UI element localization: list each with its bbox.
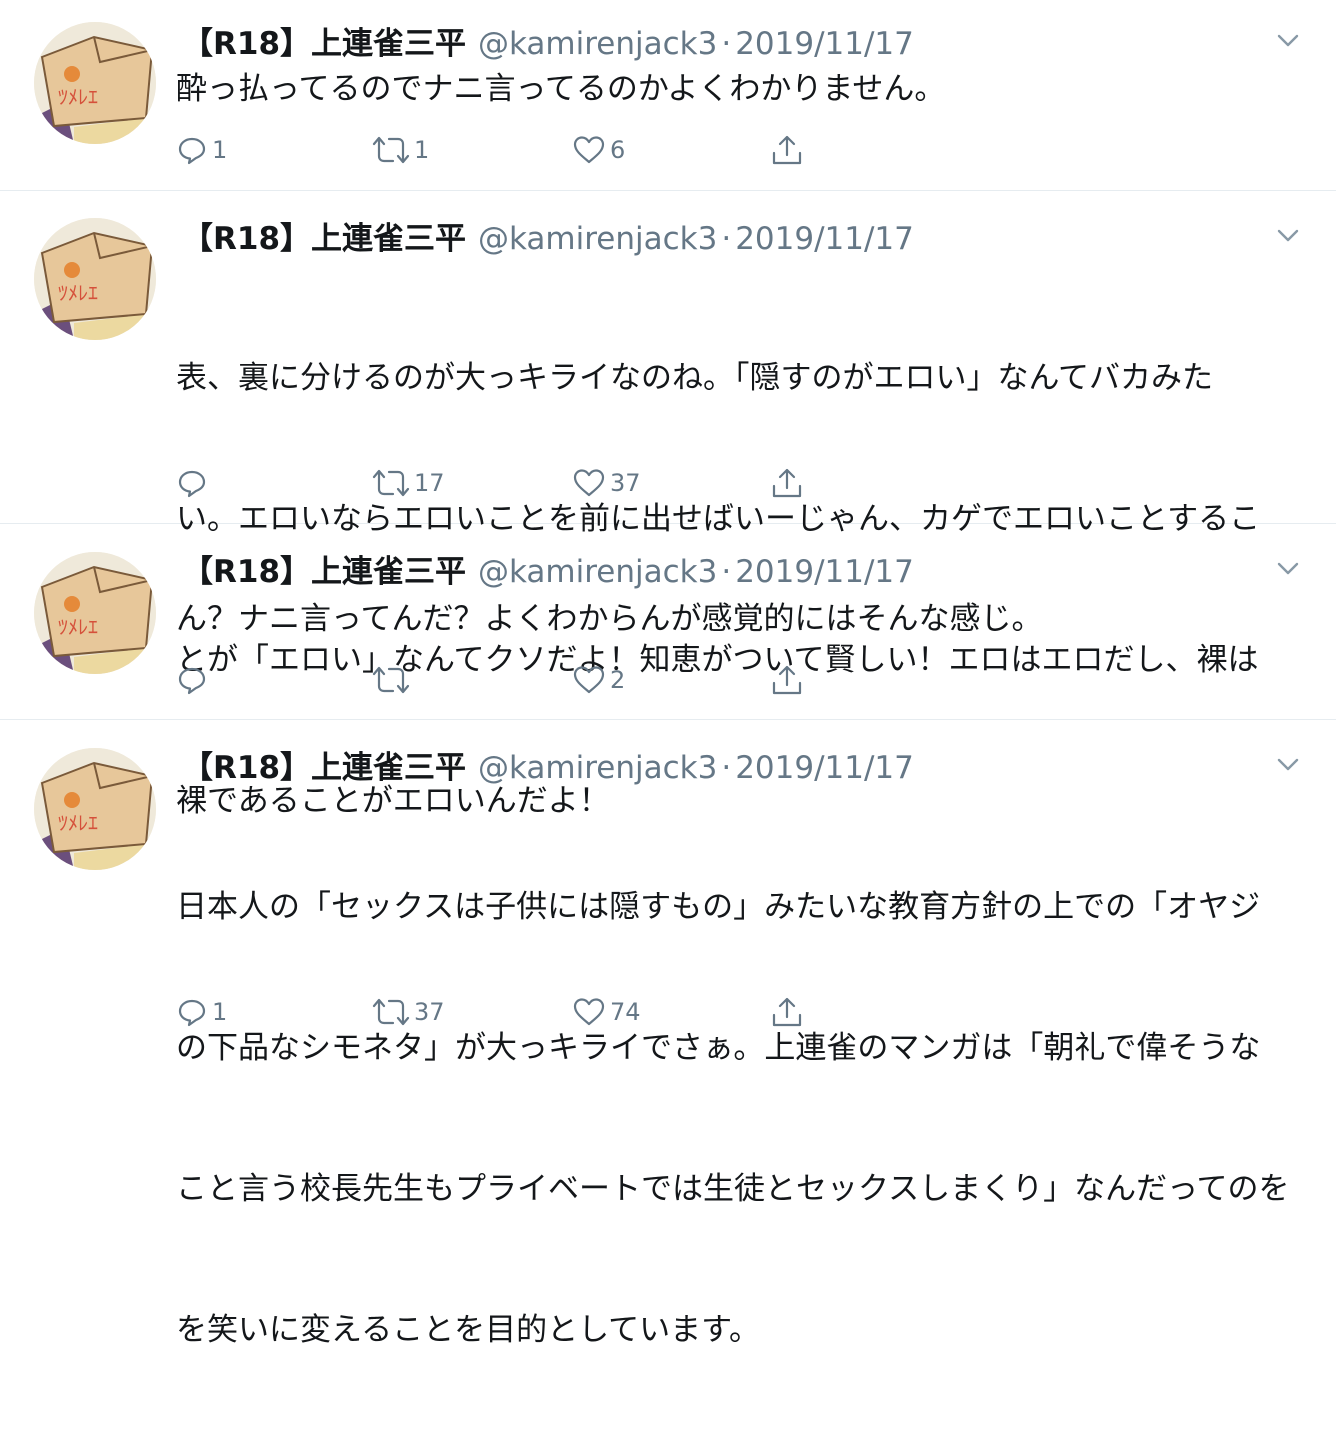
chevron-down-icon[interactable] [1274,221,1302,249]
avatar-logo-text: ﾂﾒﾚｴ [58,85,98,109]
like-button[interactable]: 2 [572,660,625,700]
tweet-actions: 2 [176,660,856,700]
retweet-count: 1 [414,136,430,164]
separator-dot: · [721,26,732,62]
tweet-text-line: を笑いに変えることを目的としています。 [176,1312,761,1348]
share-icon [772,997,802,1027]
tweet[interactable]: ﾂﾒﾚｴ 【R18】上連雀三平 @kamirenjack3 · 2019/11/… [0,720,1336,1348]
tweet-text: 酔っ払ってるのでナニ言ってるのかよくわかりません。 [176,66,1306,113]
share-icon [772,135,802,165]
tweet-text-line: 表、裏に分けるのが大っキライなのね。「隠すのがエロい」なんてバカみた [176,360,1213,396]
avatar[interactable]: ﾂﾒﾚｴ [34,748,156,870]
reply-button[interactable]: 1 [176,992,227,1032]
tweet-text: 日本人の「セックスは子供には隠すもの」みたいな教育方針の上での「オヤジ の下品な… [176,790,1306,1448]
tweet-text-line: の下品なシモネタ」が大っキライでさぁ。上連雀のマンガは「朝礼で偉そうな [176,1030,1261,1066]
display-name[interactable]: 【R18】上連雀三平 [182,742,466,787]
tweet[interactable]: ﾂﾒﾚｴ 【R18】上連雀三平 @kamirenjack3 · 2019/11/… [0,0,1336,191]
avatar[interactable]: ﾂﾒﾚｴ [34,218,156,340]
like-count: 6 [610,136,626,164]
tweet-text: ん？ナニ言ってんだ？よくわからんが感覚的にはそんな感じ。 [176,596,1306,643]
separator-dot: · [721,750,732,786]
user-handle[interactable]: @kamirenjack3 [478,221,717,257]
chevron-down-icon[interactable] [1274,554,1302,582]
reply-button[interactable]: 1 [176,130,227,170]
retweet-button[interactable]: 37 [372,992,445,1032]
heart-icon [573,469,605,497]
reply-button[interactable] [176,463,212,503]
retweet-icon [372,136,410,164]
user-handle[interactable]: @kamirenjack3 [478,26,717,62]
display-name[interactable]: 【R18】上連雀三平 [182,18,466,63]
retweet-button[interactable] [372,660,414,700]
avatar[interactable]: ﾂﾒﾚｴ [34,552,156,674]
separator-dot: · [721,554,732,590]
retweet-icon [372,469,410,497]
avatar-logo-text: ﾂﾒﾚｴ [58,281,98,305]
tweet-date[interactable]: 2019/11/17 [735,221,914,257]
avatar-logo-text: ﾂﾒﾚｴ [58,615,98,639]
retweet-icon [372,666,410,694]
reply-icon [178,667,206,695]
heart-icon [573,666,605,694]
tweet[interactable]: ﾂﾒﾚｴ 【R18】上連雀三平 @kamirenjack3 · 2019/11/… [0,191,1336,819]
tweet-text-line: ん？ナニ言ってんだ？よくわからんが感覚的にはそんな感じ。 [176,601,1043,637]
reply-icon [178,999,206,1027]
like-button[interactable]: 6 [572,130,625,170]
heart-icon [573,136,605,164]
display-name[interactable]: 【R18】上連雀三平 [182,213,466,258]
tweet-date[interactable]: 2019/11/17 [735,750,914,786]
timeline: ﾂﾒﾚｴ 【R18】上連雀三平 @kamirenjack3 · 2019/11/… [0,0,1336,1348]
avatar-image: ﾂﾒﾚｴ [34,748,156,870]
tweet-text-line: 酔っ払ってるのでナニ言ってるのかよくわかりません。 [176,71,946,107]
like-count: 2 [610,666,626,694]
tweet-actions: 1 37 74 [176,992,856,1032]
tweet-date[interactable]: 2019/11/17 [735,26,914,62]
avatar-logo-text: ﾂﾒﾚｴ [58,811,98,835]
like-button[interactable]: 74 [572,992,641,1032]
share-button[interactable] [770,660,804,700]
display-name[interactable]: 【R18】上連雀三平 [182,546,466,591]
avatar[interactable]: ﾂﾒﾚｴ [34,22,156,144]
reply-count: 1 [212,998,228,1026]
like-count: 74 [610,998,641,1026]
share-button[interactable] [770,130,804,170]
user-handle[interactable]: @kamirenjack3 [478,554,717,590]
tweet-actions: 1 1 6 [176,130,856,170]
share-button[interactable] [770,463,804,503]
like-button[interactable]: 37 [572,463,641,503]
tweet-text-line: こと言う校長先生もプライベートでは生徒とセックスしまくり」なんだってのを [176,1171,1290,1207]
retweet-button[interactable]: 1 [372,130,429,170]
tweet-header: 【R18】上連雀三平 @kamirenjack3 · 2019/11/17 [182,546,914,590]
chevron-down-icon[interactable] [1274,750,1302,778]
reply-icon [178,137,206,165]
share-button[interactable] [770,992,804,1032]
reply-count: 1 [212,136,228,164]
avatar-image: ﾂﾒﾚｴ [34,22,156,144]
tweet-header: 【R18】上連雀三平 @kamirenjack3 · 2019/11/17 [182,18,914,62]
separator-dot: · [721,221,732,257]
share-icon [772,468,802,498]
avatar-image: ﾂﾒﾚｴ [34,218,156,340]
heart-icon [573,998,605,1026]
chevron-down-icon[interactable] [1274,26,1302,54]
tweet-header: 【R18】上連雀三平 @kamirenjack3 · 2019/11/17 [182,213,914,257]
tweet-text-line: 日本人の「セックスは子供には隠すもの」みたいな教育方針の上での「オヤジ [176,889,1261,925]
reply-icon [178,470,206,498]
tweet[interactable]: ﾂﾒﾚｴ 【R18】上連雀三平 @kamirenjack3 · 2019/11/… [0,524,1336,720]
reply-button[interactable] [176,660,212,700]
retweet-icon [372,998,410,1026]
user-handle[interactable]: @kamirenjack3 [478,750,717,786]
tweet-actions: 17 37 [176,463,856,503]
avatar-image: ﾂﾒﾚｴ [34,552,156,674]
like-count: 37 [610,469,641,497]
tweet-header: 【R18】上連雀三平 @kamirenjack3 · 2019/11/17 [182,742,914,786]
tweet-date[interactable]: 2019/11/17 [735,554,914,590]
share-icon [772,665,802,695]
retweet-button[interactable]: 17 [372,463,445,503]
retweet-count: 17 [414,469,445,497]
retweet-count: 37 [414,998,445,1026]
